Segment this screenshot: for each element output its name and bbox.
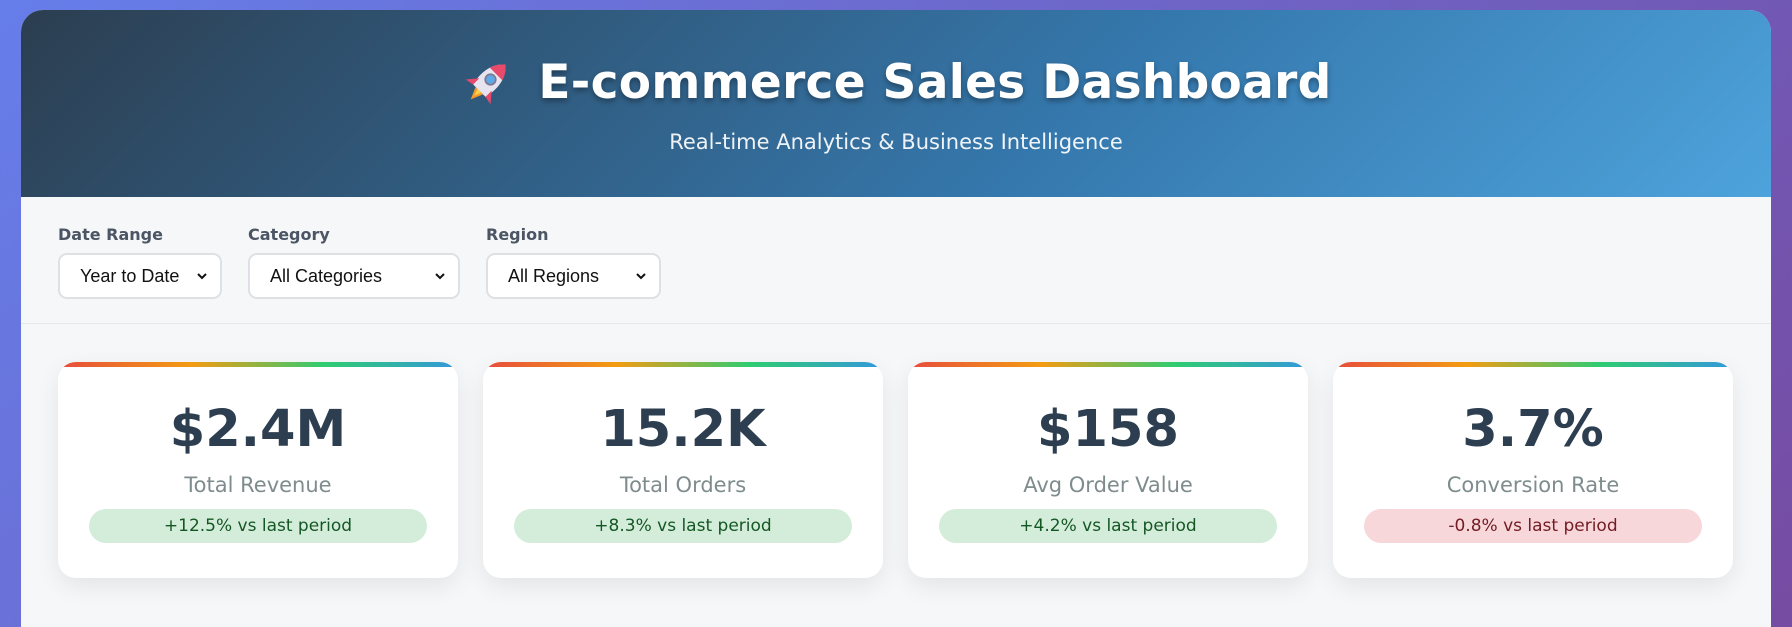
dashboard-header: E-commerce Sales Dashboard Real-time Ana… [21, 10, 1771, 197]
dashboard-container: E-commerce Sales Dashboard Real-time Ana… [21, 10, 1771, 627]
date-range-select[interactable]: Year to Date [58, 253, 222, 299]
date-range-label: Date Range [58, 225, 163, 244]
region-value: All Regions [508, 265, 600, 286]
category-label: Category [248, 225, 330, 244]
metric-change-badge: +8.3% vs last period [514, 509, 852, 543]
card-accent-bar [483, 362, 883, 367]
date-range-filter: Date Range Year to Date [58, 225, 222, 323]
filter-bar: Date Range Year to Date Category All Cat… [21, 197, 1771, 324]
date-range-value: Year to Date [80, 265, 180, 286]
page-title: E-commerce Sales Dashboard [21, 54, 1771, 110]
card-accent-bar [1333, 362, 1733, 367]
rocket-icon [466, 64, 506, 105]
card-accent-bar [58, 362, 458, 367]
metric-value: $2.4M [169, 400, 347, 459]
metric-label: Conversion Rate [1446, 473, 1620, 497]
chevron-down-icon [197, 273, 207, 280]
metric-label: Total Orders [619, 473, 747, 497]
region-filter: Region All Regions [486, 225, 661, 323]
category-value: All Categories [270, 265, 383, 286]
chevron-down-icon [435, 273, 445, 280]
metric-card-avg-order-value: $158 Avg Order Value +4.2% vs last perio… [908, 362, 1308, 578]
metric-card-total-revenue: $2.4M Total Revenue +12.5% vs last perio… [58, 362, 458, 578]
region-label: Region [486, 225, 549, 244]
metric-label: Avg Order Value [1023, 473, 1193, 497]
metrics-grid: $2.4M Total Revenue +12.5% vs last perio… [21, 324, 1771, 578]
metric-value: $158 [1037, 400, 1179, 459]
metric-change-badge: -0.8% vs last period [1364, 509, 1702, 543]
dashboard-title: E-commerce Sales Dashboard [538, 54, 1332, 110]
category-select[interactable]: All Categories [248, 253, 460, 299]
metric-card-total-orders: 15.2K Total Orders +8.3% vs last period [483, 362, 883, 578]
dashboard-subtitle: Real-time Analytics & Business Intellige… [669, 130, 1123, 154]
metric-change-badge: +4.2% vs last period [939, 509, 1277, 543]
metric-label: Total Revenue [184, 473, 332, 497]
card-accent-bar [908, 362, 1308, 367]
metric-card-conversion-rate: 3.7% Conversion Rate -0.8% vs last perio… [1333, 362, 1733, 578]
chevron-down-icon [636, 273, 646, 280]
metric-value: 3.7% [1462, 400, 1604, 459]
category-filter: Category All Categories [248, 225, 460, 323]
metric-change-badge: +12.5% vs last period [89, 509, 427, 543]
metric-value: 15.2K [600, 400, 766, 459]
region-select[interactable]: All Regions [486, 253, 661, 299]
